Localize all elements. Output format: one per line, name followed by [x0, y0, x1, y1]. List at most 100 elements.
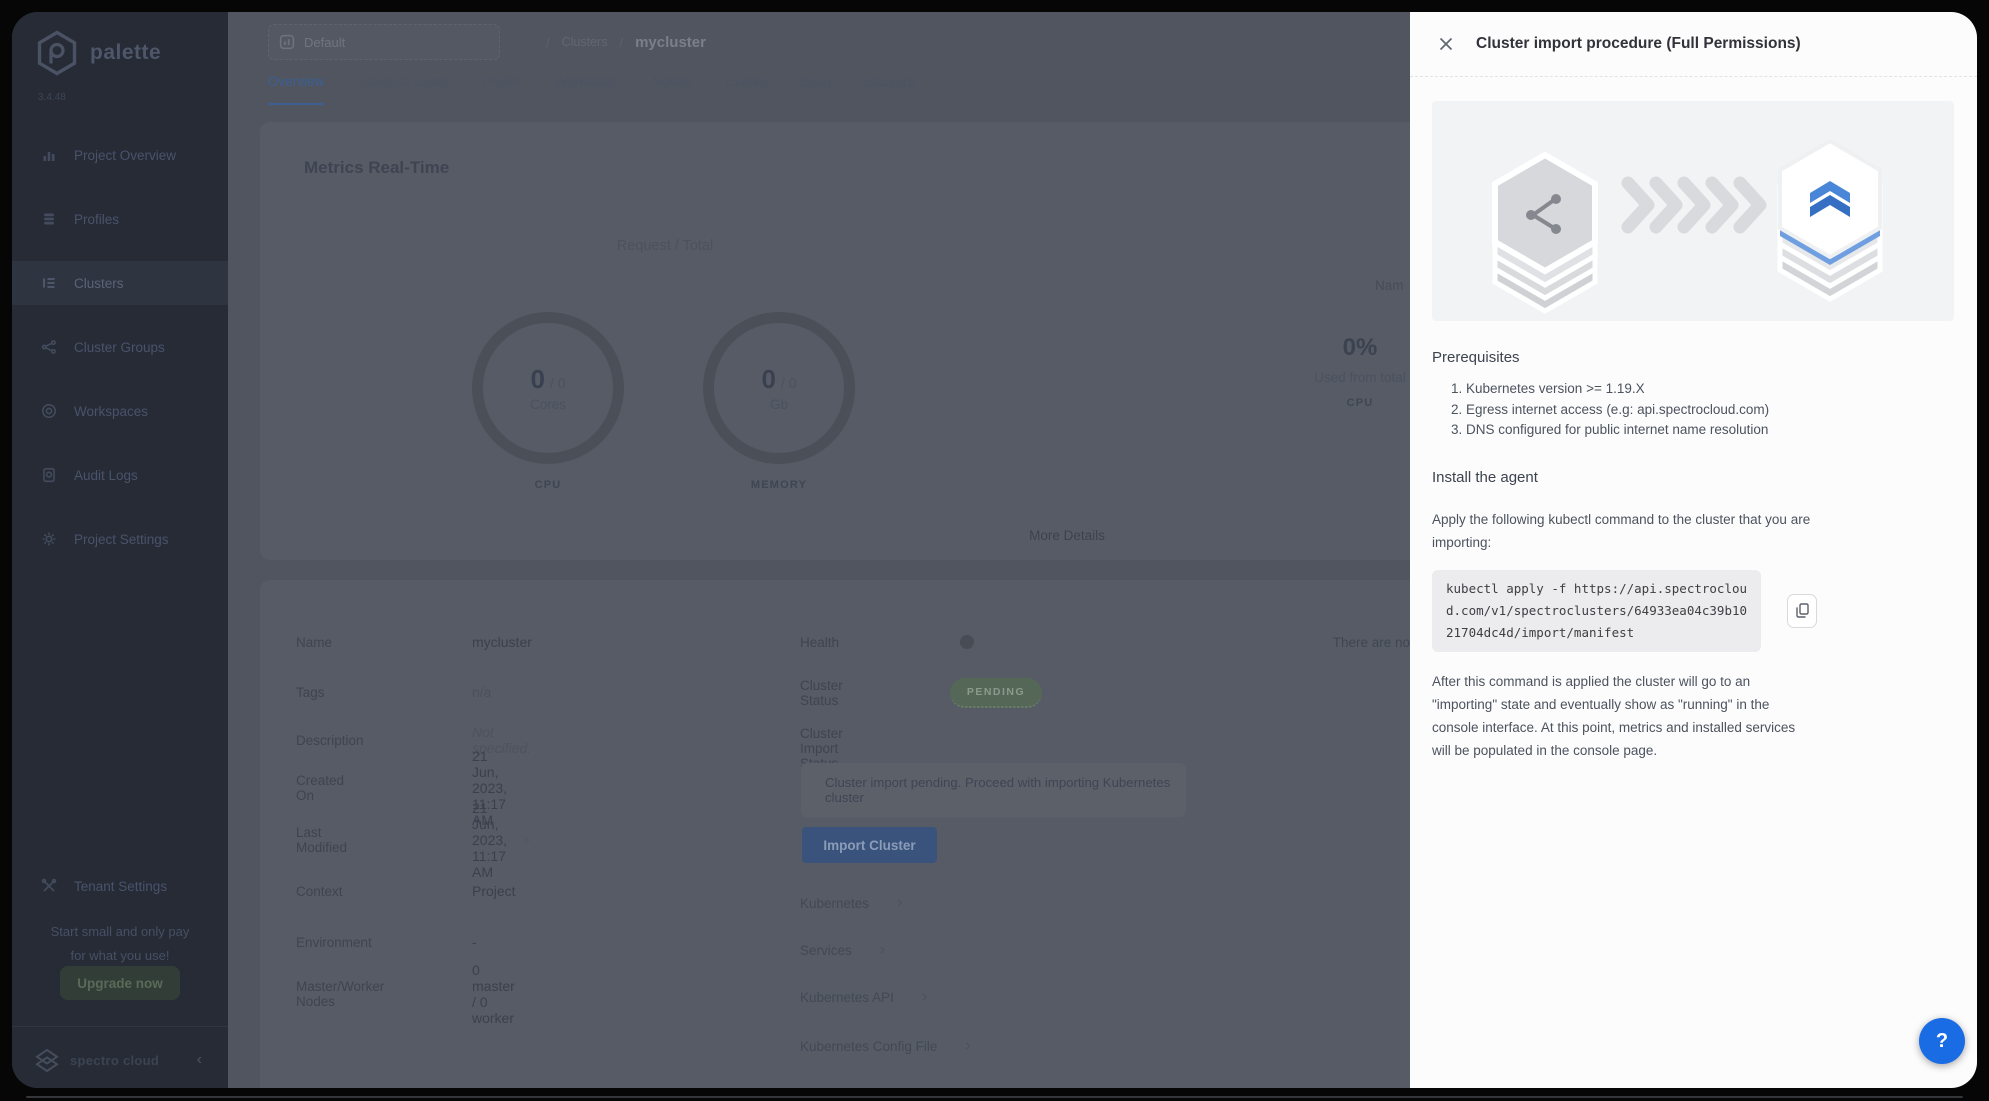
upgrade-now-button[interactable]: Upgrade now: [60, 966, 180, 1000]
sidebar-item-project-settings[interactable]: Project Settings: [12, 517, 228, 561]
more-details-link[interactable]: More Details: [960, 528, 1174, 543]
drawer-body: Prerequisites Kubernetes version >= 1.19…: [1410, 101, 1977, 762]
cluster-details-card: Namemycluster Tagsn/a DescriptionNot spe…: [260, 580, 1500, 1088]
cluster-tabs: Overview Usage & Costs Profile Workloads…: [268, 74, 917, 105]
sidebar-item-project-overview[interactable]: Project Overview: [12, 133, 228, 177]
document-icon: [40, 467, 57, 484]
sidebar-item-label: Project Overview: [74, 148, 176, 163]
kubernetes-row[interactable]: Kubernetes›: [800, 889, 902, 917]
project-selector[interactable]: Default: [268, 24, 500, 60]
memory-gauge-unit: Gb: [770, 397, 788, 412]
palette-logo-icon: [37, 30, 77, 76]
link-label: Kubernetes: [800, 896, 869, 911]
cluster-list-icon: [40, 275, 57, 292]
breadcrumb-clusters-link[interactable]: Clusters: [562, 35, 608, 49]
sidebar: palette 3.4.48 Project Overview Profiles: [12, 12, 228, 1088]
detail-label: Environment: [296, 935, 372, 950]
metrics-title: Metrics Real-Time: [304, 158, 449, 178]
detail-label: Last Modified: [296, 825, 347, 855]
kubernetes-api-row[interactable]: Kubernetes API ›: [800, 983, 927, 1011]
sidebar-item-label: Project Settings: [74, 532, 169, 547]
prerequisite-item: Kubernetes version >= 1.19.X: [1466, 379, 1941, 400]
memory-gauge-caption: MEMORY: [703, 479, 855, 491]
detail-value: 0 master / 0 worker: [472, 962, 515, 1026]
install-agent-title: Install the agent: [1432, 469, 1941, 486]
cpu-gauge-ring: 0/ 0 Cores: [472, 312, 624, 464]
memory-gauge-value: 0: [761, 364, 775, 394]
copy-command-button[interactable]: [1787, 594, 1817, 628]
import-status-message: Cluster import pending. Proceed with imp…: [801, 763, 1186, 817]
prerequisite-item: Egress internet access (e.g: api.spectro…: [1466, 400, 1941, 421]
sidebar-item-label: Workspaces: [74, 404, 148, 419]
tab-nodes[interactable]: Nodes: [652, 74, 691, 105]
kubernetes-config-row[interactable]: Kubernetes Config File›: [800, 1032, 971, 1060]
import-status-text: Cluster import pending. Proceed with imp…: [825, 775, 1186, 805]
detail-value: 21 Jun, 2023, 11:17 AM: [472, 800, 530, 880]
kubectl-command-block: kubectl apply -f https://api.spectroclou…: [1432, 570, 1761, 652]
breadcrumb-separator: /: [546, 35, 550, 50]
tab-workloads[interactable]: Workloads: [555, 74, 619, 105]
services-row[interactable]: Services›: [800, 936, 885, 964]
cpu-gauge: 0/ 0 Cores CPU: [472, 312, 624, 491]
chevron-right-icon: ›: [922, 989, 927, 1005]
import-illustration: [1432, 101, 1954, 321]
install-instruction: Apply the following kubectl command to t…: [1432, 508, 1816, 554]
layers-icon: [40, 211, 57, 228]
detail-value: n/a: [472, 684, 491, 700]
kubectl-command-row: kubectl apply -f https://api.spectroclou…: [1432, 570, 1941, 652]
tools-icon: [40, 878, 57, 895]
side-note: There are no: [1290, 626, 1410, 658]
network-icon: [40, 339, 57, 356]
promo-line: for what you use!: [12, 944, 228, 968]
sidebar-divider: [12, 1026, 228, 1027]
prerequisites-title: Prerequisites: [1432, 349, 1941, 366]
detail-label: Name: [296, 635, 332, 650]
close-icon[interactable]: [1436, 34, 1456, 54]
sidebar-item-workspaces[interactable]: Workspaces: [12, 389, 228, 433]
app-window: palette 3.4.48 Project Overview Profiles: [12, 12, 1977, 1088]
health-status-dot: [960, 635, 974, 649]
chevron-right-icon: ›: [965, 1038, 970, 1054]
project-icon: [279, 34, 295, 50]
spectrocloud-logo-icon: [34, 1047, 60, 1074]
project-selector-label: Default: [304, 35, 345, 50]
tab-usage-costs[interactable]: Usage & Costs: [358, 74, 448, 105]
metrics-subtitle: Request / Total: [515, 238, 815, 254]
promo-line: Start small and only pay: [12, 920, 228, 944]
sidebar-item-profiles[interactable]: Profiles: [12, 197, 228, 241]
sidebar-item-audit-logs[interactable]: Audit Logs: [12, 453, 228, 497]
link-label: Services: [800, 943, 852, 958]
sidebar-item-cluster-groups[interactable]: Cluster Groups: [12, 325, 228, 369]
palette-logo: palette: [37, 30, 161, 76]
link-label: Kubernetes API: [800, 990, 894, 1005]
tab-events[interactable]: Events: [725, 74, 766, 105]
sidebar-item-tenant-settings[interactable]: Tenant Settings: [12, 864, 228, 908]
prerequisites-list: Kubernetes version >= 1.19.X Egress inte…: [1432, 379, 1941, 441]
drawer-header: Cluster import procedure (Full Permissio…: [1410, 12, 1977, 77]
drawer-title: Cluster import procedure (Full Permissio…: [1476, 35, 1801, 53]
tab-backups[interactable]: Backups: [865, 74, 917, 105]
detail-value: mycluster: [472, 634, 532, 650]
detail-label: Master/Worker Nodes: [296, 979, 384, 1009]
cpu-gauge-value: 0: [530, 364, 544, 394]
arrow-chevrons: [1628, 183, 1760, 227]
sidebar-item-clusters[interactable]: Clusters: [12, 261, 228, 305]
sidebar-item-label: Tenant Settings: [74, 879, 167, 894]
detail-label: Created On: [296, 773, 344, 803]
sidebar-item-label: Audit Logs: [74, 468, 138, 483]
sidebar-collapse-icon[interactable]: ‹: [197, 1051, 202, 1069]
import-cluster-button[interactable]: Import Cluster: [802, 827, 937, 863]
tab-scan[interactable]: Scan: [800, 74, 831, 105]
tab-profile[interactable]: Profile: [482, 74, 520, 105]
help-button[interactable]: ?: [1919, 1018, 1965, 1064]
prerequisite-item: DNS configured for public internet name …: [1466, 420, 1941, 441]
last-modified-value: 21 Jun, 2023, 11:17 AM: [472, 800, 517, 880]
brand-name: spectro cloud: [70, 1053, 159, 1068]
detail-label: Description: [296, 733, 364, 748]
logo-text: palette: [90, 41, 161, 65]
detail-value: -: [472, 934, 477, 950]
copy-icon: [1796, 603, 1809, 618]
tab-overview[interactable]: Overview: [268, 74, 324, 105]
sidebar-item-label: Clusters: [74, 276, 124, 291]
detail-value: Project: [472, 883, 516, 899]
